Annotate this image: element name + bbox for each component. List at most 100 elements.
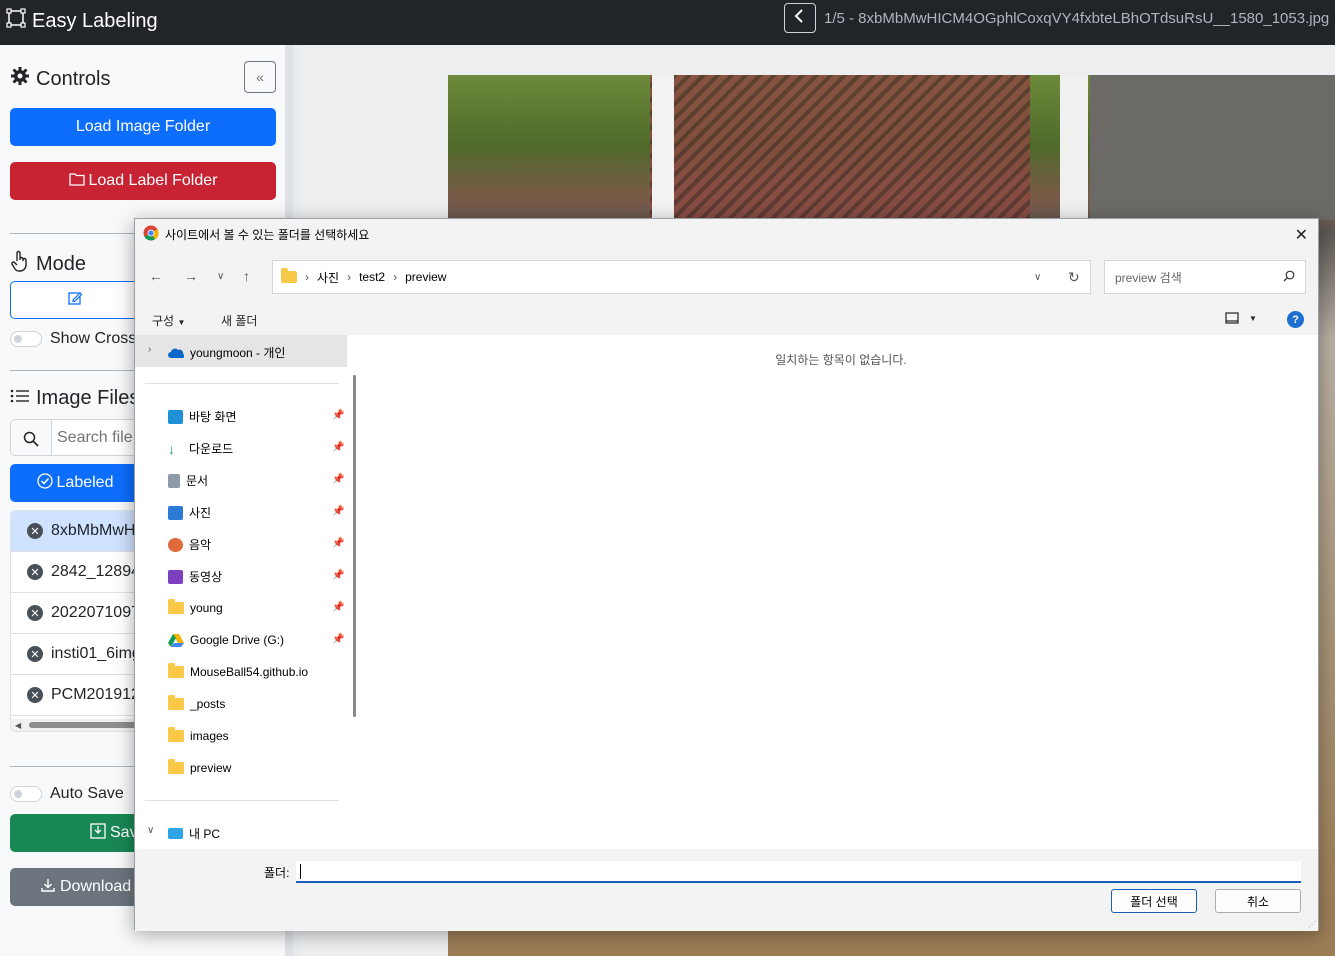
close-icon[interactable]: ✕ bbox=[1295, 225, 1308, 245]
collapse-sidebar-button[interactable]: « bbox=[244, 61, 276, 93]
onedrive-cloud-icon bbox=[168, 348, 184, 358]
folder-content-pane[interactable]: 일치하는 항목이 없습니다. bbox=[364, 335, 1318, 849]
pictures-icon bbox=[168, 505, 183, 520]
help-icon[interactable]: ? bbox=[1287, 311, 1304, 328]
nav-item-label: images bbox=[190, 729, 229, 743]
x-circle-icon: ✕ bbox=[27, 646, 43, 662]
list-item[interactable]: ✕ PCM201912 bbox=[11, 675, 144, 716]
edit-mode-button[interactable] bbox=[10, 281, 140, 319]
quick-access-music[interactable]: 음악 bbox=[168, 536, 211, 553]
list-item[interactable]: ✕ 8xbMbMwH bbox=[11, 511, 144, 552]
music-icon bbox=[168, 537, 183, 552]
quick-access-young[interactable]: young bbox=[168, 599, 223, 615]
pin-icon: 📌 bbox=[332, 474, 345, 485]
breadcrumb-separator: › bbox=[305, 270, 309, 284]
quick-access-mouseball[interactable]: MouseBall54.github.io bbox=[168, 663, 308, 679]
monitor-icon bbox=[168, 828, 183, 839]
download-icon bbox=[40, 877, 56, 898]
current-file-title: 1/5 - 8xbMbMwHICM4OGphlCoxqVY4fxbteLBhOT… bbox=[824, 10, 1330, 27]
load-image-folder-label: Load Image Folder bbox=[75, 118, 211, 135]
pin-icon: 📌 bbox=[332, 410, 345, 421]
chevron-down-icon[interactable]: ∨ bbox=[1034, 272, 1041, 283]
breadcrumb-item[interactable]: test2 bbox=[359, 270, 385, 284]
onedrive-label: youngmoon - 개인 bbox=[190, 346, 286, 360]
mode-title: Mode bbox=[36, 252, 87, 275]
nav-item-label: 바탕 화면 bbox=[189, 410, 237, 424]
caret-down-icon[interactable]: ▼ bbox=[1249, 314, 1257, 323]
bounding-box-icon bbox=[6, 8, 26, 34]
save-button[interactable]: Sav bbox=[10, 814, 140, 852]
navigation-pane: › youngmoon - 개인 바탕 화면 📌 ↓ 다운로드 📌 문서 📌 사진… bbox=[135, 335, 356, 849]
file-name: PCM201912 bbox=[51, 686, 140, 703]
pin-icon: 📌 bbox=[332, 570, 345, 581]
new-folder-button[interactable]: 새 폴더 bbox=[221, 312, 257, 329]
quick-access-downloads[interactable]: ↓ 다운로드 bbox=[168, 440, 233, 457]
pin-icon: 📌 bbox=[332, 442, 345, 453]
save-icon bbox=[90, 822, 106, 844]
labeled-filter-button[interactable]: Labeled bbox=[10, 464, 140, 502]
select-folder-button[interactable]: 폴더 선택 bbox=[1111, 889, 1197, 913]
refresh-icon[interactable]: ↻ bbox=[1068, 269, 1080, 286]
this-pc-item[interactable]: 내 PC bbox=[168, 825, 220, 842]
horizontal-scrollbar[interactable]: ◀ bbox=[11, 719, 144, 731]
file-name: 8xbMbMwH bbox=[51, 522, 136, 539]
recent-chevron-down-icon[interactable]: ∨ bbox=[217, 271, 224, 282]
resize-grip-icon[interactable]: ⋰ bbox=[1308, 920, 1316, 929]
show-crosshair-toggle[interactable] bbox=[10, 331, 42, 347]
file-search-input[interactable] bbox=[57, 427, 144, 449]
previous-image-button[interactable] bbox=[784, 3, 816, 33]
folder-search-box[interactable]: preview 검색 bbox=[1104, 260, 1306, 294]
list-item[interactable]: ✕ 2022071097 bbox=[11, 593, 144, 634]
download-arrow-icon: ↓ bbox=[168, 440, 175, 457]
breadcrumb-separator: › bbox=[347, 270, 352, 284]
load-image-folder-button[interactable]: Load Image Folder bbox=[10, 108, 276, 146]
quick-access-documents[interactable]: 문서 bbox=[168, 472, 208, 489]
view-options-icon[interactable] bbox=[1225, 312, 1239, 327]
folder-icon bbox=[168, 727, 184, 742]
onedrive-entry: youngmoon - 개인 bbox=[168, 344, 285, 361]
auto-save-label: Auto Save bbox=[50, 785, 124, 802]
folder-name-input[interactable] bbox=[296, 861, 1301, 883]
up-arrow-icon[interactable]: ↑ bbox=[243, 268, 250, 284]
quick-access-images[interactable]: images bbox=[168, 727, 229, 743]
folder-icon bbox=[168, 759, 184, 774]
breadcrumb-item[interactable]: preview bbox=[405, 270, 446, 284]
pin-icon: 📌 bbox=[332, 602, 345, 613]
breadcrumb-item[interactable]: 사진 bbox=[317, 269, 339, 286]
dialog-title: 사이트에서 볼 수 있는 폴더를 선택하세요 bbox=[165, 228, 370, 242]
cancel-button[interactable]: 취소 bbox=[1215, 889, 1301, 913]
quick-access-posts[interactable]: _posts bbox=[168, 695, 225, 711]
quick-access-google-drive[interactable]: Google Drive (G:) bbox=[168, 633, 284, 647]
videos-icon bbox=[168, 569, 183, 584]
file-name: insti01_6img bbox=[51, 645, 141, 662]
image-files-heading: Image Files bbox=[10, 387, 139, 410]
load-label-folder-button[interactable]: Load Label Folder bbox=[10, 162, 276, 200]
chevron-right-icon[interactable]: › bbox=[148, 344, 151, 355]
chevron-down-icon[interactable]: ∨ bbox=[147, 825, 154, 836]
quick-access-preview[interactable]: preview bbox=[168, 759, 231, 775]
pencil-square-icon bbox=[67, 290, 83, 311]
quick-access-desktop[interactable]: 바탕 화면 bbox=[168, 408, 237, 425]
dialog-command-bar: 구성 ▼ 새 폴더 ▼ ? bbox=[135, 304, 1318, 335]
load-label-folder-label: Load Label Folder bbox=[88, 172, 218, 189]
quick-access-pictures[interactable]: 사진 bbox=[168, 504, 211, 521]
forward-arrow-icon[interactable]: → bbox=[184, 268, 198, 284]
list-item[interactable]: ✕ insti01_6img bbox=[11, 634, 144, 675]
auto-save-toggle[interactable] bbox=[10, 786, 42, 802]
onedrive-item[interactable]: › youngmoon - 개인 bbox=[135, 335, 347, 367]
divider bbox=[145, 383, 339, 384]
navigation-pane-scrollbar[interactable] bbox=[353, 375, 356, 717]
text-cursor bbox=[300, 864, 301, 879]
check-circle-icon bbox=[36, 472, 53, 494]
list-item[interactable]: ✕ 2842_12894 bbox=[11, 552, 144, 593]
organize-menu[interactable]: 구성 ▼ bbox=[152, 312, 185, 329]
dialog-navigation-bar: ← → ∨ ↑ › 사진 › test2 › preview ∨ ↻ previ… bbox=[135, 250, 1318, 304]
search-icon bbox=[11, 420, 52, 455]
image-files-title: Image Files bbox=[36, 387, 140, 409]
download-button[interactable]: Download bbox=[10, 868, 140, 906]
address-bar[interactable]: › 사진 › test2 › preview ∨ ↻ bbox=[272, 260, 1091, 294]
quick-access-videos[interactable]: 동영상 bbox=[168, 568, 222, 585]
top-navbar: Easy Labeling 1/5 - 8xbMbMwHICM4OGphlCox… bbox=[0, 0, 1335, 45]
scrollbar-thumb[interactable] bbox=[29, 722, 141, 728]
back-arrow-icon[interactable]: ← bbox=[149, 268, 163, 284]
